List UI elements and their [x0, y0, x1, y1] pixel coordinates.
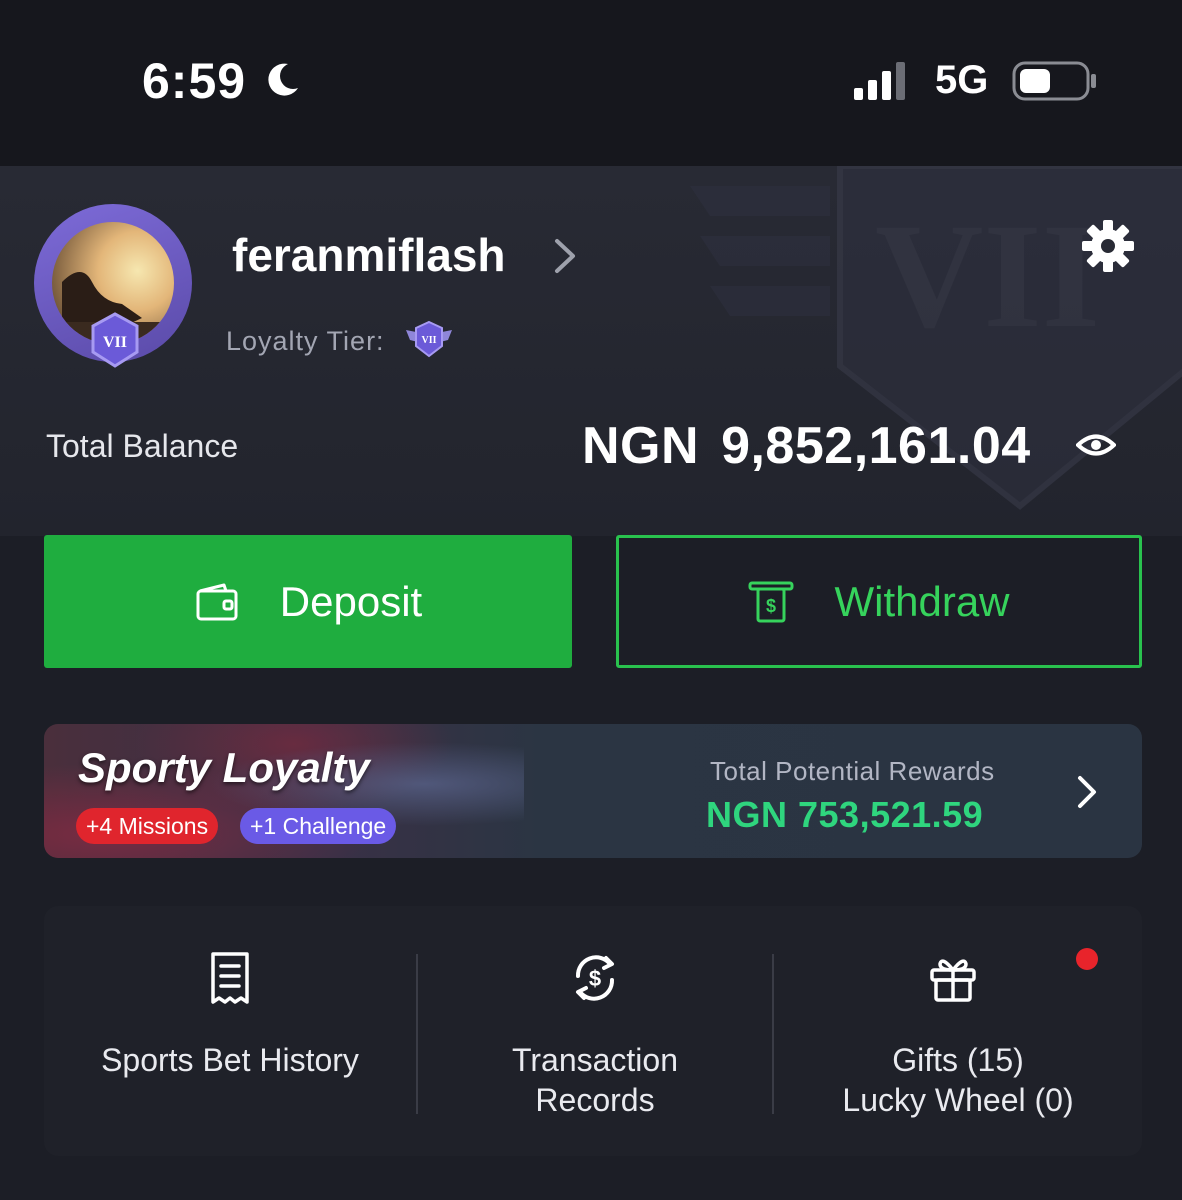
eye-icon[interactable] [1076, 430, 1116, 460]
svg-text:$: $ [589, 966, 601, 991]
chevron-right-icon[interactable] [1076, 774, 1098, 810]
bet-slip-icon [211, 952, 249, 1004]
transaction-records-label-line2: Records [535, 1082, 655, 1118]
withdraw-cash-icon: $ [748, 581, 794, 622]
tier-badge-icon: VII [406, 320, 452, 358]
notification-dot [1076, 948, 1098, 970]
total-balance-label: Total Balance [46, 428, 239, 464]
loyalty-tier-label: Loyalty Tier: [226, 326, 385, 356]
sporty-loyalty-banner[interactable]: Sporty Loyalty +4 Missions +1 Challenge … [44, 724, 1142, 858]
deposit-label: Deposit [279, 577, 423, 625]
svg-text:VII: VII [421, 335, 436, 346]
balance-currency: NGN [582, 417, 700, 475]
quick-links-panel: Sports Bet History $ Transaction Records… [44, 906, 1142, 1156]
deposit-button[interactable]: Deposit [44, 535, 572, 668]
moon-icon [268, 63, 298, 96]
tier-badge-icon: VII [91, 312, 139, 368]
transaction-records-label-line1: Transaction [512, 1042, 678, 1078]
avatar[interactable]: VII [34, 204, 192, 368]
battery-icon [1012, 61, 1096, 101]
withdraw-button[interactable]: $ Withdraw [616, 535, 1142, 668]
gear-icon[interactable] [1080, 218, 1136, 274]
exchange-dollar-icon: $ [575, 955, 615, 1001]
svg-text:VII: VII [103, 334, 127, 351]
banner-title: Sporty Loyalty [78, 744, 370, 791]
status-bar: 6:59 5G [0, 0, 1182, 166]
network-type: 5G [935, 58, 989, 102]
rewards-label: Total Potential Rewards [710, 756, 995, 786]
status-time: 6:59 [142, 53, 247, 109]
profile-header: VII VII feranmiflash Loyalty Tier: VII T… [0, 166, 1182, 536]
challenge-badge: +1 Challenge [240, 808, 397, 844]
gifts-label: Gifts (15) [892, 1042, 1024, 1078]
sports-bet-history-link[interactable]: Sports Bet History [44, 906, 416, 1156]
total-balance-value: NGN 9,852,161.04 [582, 416, 1031, 476]
sports-bet-history-label: Sports Bet History [101, 1042, 359, 1078]
missions-badge: +4 Missions [76, 808, 219, 844]
chevron-right-icon[interactable] [552, 236, 578, 276]
svg-text:$: $ [766, 596, 776, 616]
lucky-wheel-label: Lucky Wheel (0) [842, 1082, 1074, 1118]
signal-icon [854, 62, 905, 100]
balance-amount: 9,852,161.04 [721, 417, 1031, 475]
gifts-lucky-wheel-link[interactable]: Gifts (15) Lucky Wheel (0) [774, 906, 1142, 1156]
rewards-value: NGN 753,521.59 [706, 794, 984, 835]
transaction-records-link[interactable]: $ Transaction Records [418, 906, 772, 1156]
username[interactable]: feranmiflash [232, 228, 506, 282]
svg-text:VII: VII [875, 193, 1100, 359]
wallet-icon [196, 583, 238, 620]
withdraw-label: Withdraw [834, 577, 1010, 625]
gift-icon [930, 959, 976, 1002]
